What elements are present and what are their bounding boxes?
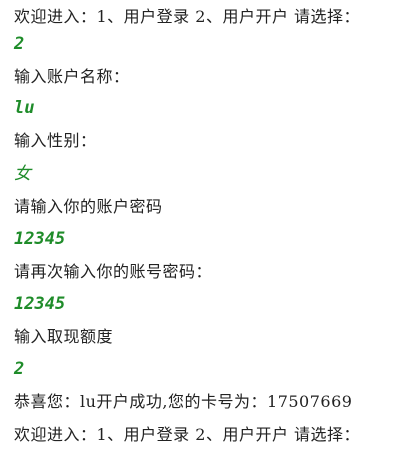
- confirm-password-prompt-line: 请再次输入你的账号密码：: [14, 262, 213, 281]
- withdraw-limit-prompt-line: 输入取现额度: [14, 327, 114, 346]
- gender-prompt-line: 输入性别：: [14, 131, 97, 150]
- menu-prompt-line: 欢迎进入：1、用户登录 2、用户开户 请选择：: [14, 7, 361, 26]
- menu-prompt-repeat-line: 欢迎进入：1、用户登录 2、用户开户 请选择：: [14, 425, 361, 444]
- menu-choice-input-line: 2: [14, 34, 25, 54]
- password-prompt-line: 请输入你的账户密码: [14, 197, 163, 216]
- confirm-password-input-line: 12345: [14, 294, 66, 314]
- password-input-line: 12345: [14, 229, 66, 249]
- gender-input-line: 女: [14, 164, 31, 184]
- account-name-prompt-line: 输入账户名称：: [14, 67, 130, 86]
- withdraw-limit-input-line: 2: [14, 359, 25, 379]
- console-output[interactable]: 欢迎进入：1、用户登录 2、用户开户 请选择： 2 输入账户名称： lu 输入性…: [0, 0, 404, 460]
- success-message-line: 恭喜您：lu开户成功,您的卡号为：17507669: [14, 392, 353, 411]
- account-name-input-line: lu: [14, 98, 35, 118]
